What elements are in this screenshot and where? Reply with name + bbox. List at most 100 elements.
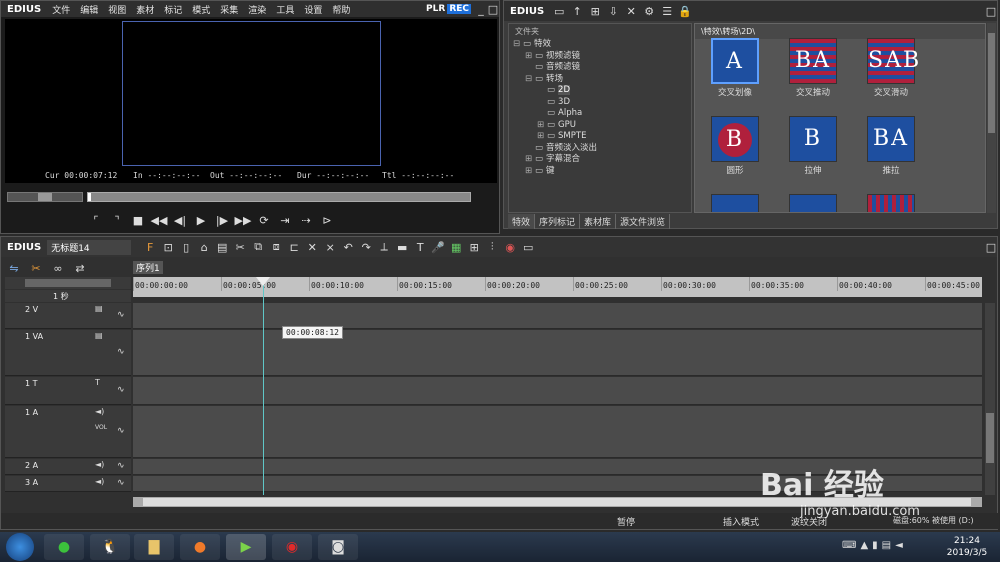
rec-button[interactable]: REC — [447, 4, 471, 14]
new-folder-icon[interactable]: ⊞ — [586, 3, 604, 19]
multicam-icon[interactable]: ⊞ — [465, 239, 483, 255]
open-project-icon[interactable]: ⌂ — [195, 239, 213, 255]
sequence-tab[interactable]: 序列1 — [133, 261, 163, 274]
color-icon[interactable]: ◉ — [501, 239, 519, 255]
start-button[interactable] — [6, 533, 34, 561]
position-slider[interactable] — [87, 192, 471, 202]
tray-volume-icon[interactable]: ◄ — [895, 540, 907, 551]
menu-tools[interactable]: 工具 — [271, 3, 299, 16]
properties-icon[interactable]: ⚙ — [640, 3, 658, 19]
speaker-icon[interactable]: ◄) — [95, 477, 104, 486]
taskbar-app-qq[interactable]: 🐧 — [90, 534, 130, 560]
voiceover-icon[interactable]: 🎤 — [429, 239, 447, 255]
tree-item[interactable]: ▭ 音频淡入淡出 — [513, 143, 691, 155]
transition-thumbnail[interactable]: B — [789, 116, 837, 162]
tray-keyboard-icon[interactable]: ⌨ — [842, 540, 860, 551]
replace-icon[interactable]: ⊏ — [285, 239, 303, 255]
transition-thumbnail[interactable]: A — [711, 38, 759, 84]
trim-icon[interactable]: ▬ — [393, 239, 411, 255]
transition-thumbnail[interactable]: SAB — [867, 38, 919, 84]
redo-icon[interactable]: ↷ — [357, 239, 375, 255]
capture-icon[interactable]: ⊡ — [159, 239, 177, 255]
transition-thumbnail-partial[interactable] — [711, 194, 759, 212]
link-icon[interactable]: ∞ — [49, 260, 67, 276]
copy-icon[interactable]: ⧉ — [249, 239, 267, 255]
tree-expander-icon[interactable]: ⊞ — [525, 51, 535, 63]
track-body[interactable] — [133, 303, 982, 329]
layout-icon[interactable]: ▭ — [519, 239, 537, 255]
tab-source-browser[interactable]: 源文件浏览 — [616, 214, 671, 229]
delete-clip-icon[interactable]: ✕ — [303, 239, 321, 255]
transition-thumbnail[interactable]: B — [711, 116, 759, 162]
mode-icon[interactable]: F — [141, 239, 159, 255]
tree-expander-icon[interactable]: ⊞ — [525, 166, 535, 178]
shuttle-bar[interactable] — [7, 192, 83, 202]
output-icon[interactable]: ⊳ — [318, 212, 336, 228]
tree-expander-icon[interactable]: ⊞ — [537, 120, 547, 132]
tree-item[interactable]: ▭ 3D — [513, 97, 691, 109]
speaker-icon[interactable]: ◄) — [95, 460, 104, 469]
insert-to-timeline-icon[interactable]: ⇥ — [276, 212, 294, 228]
tree-item[interactable]: ⊞ ▭ GPU — [513, 120, 691, 132]
playhead[interactable] — [263, 277, 264, 495]
stop-icon[interactable]: ■ — [129, 212, 147, 228]
menu-edit[interactable]: 编辑 — [75, 3, 103, 16]
track-header[interactable]: 1 VA ▤ ∿ — [5, 330, 131, 376]
tree-item[interactable]: ⊟ ▭ 特效 — [513, 39, 691, 51]
effects-scrollbar[interactable] — [987, 23, 996, 213]
tree-item[interactable]: ⊞ ▭ 视频滤镜 — [513, 51, 691, 63]
transition-thumbnail[interactable]: BA — [789, 38, 837, 84]
transition-thumbnail-partial[interactable] — [789, 194, 837, 212]
taskbar-app-360[interactable]: ● — [44, 534, 84, 560]
delete-icon[interactable]: ✕ — [622, 3, 640, 19]
plr-button[interactable]: PLR — [424, 4, 447, 14]
save-project-icon[interactable]: ▤ — [213, 239, 231, 255]
track-body[interactable] — [133, 406, 982, 458]
tree-item[interactable]: ⊟ ▭ 转场 — [513, 74, 691, 86]
view-icon[interactable]: ☰ — [658, 3, 676, 19]
track-header[interactable]: 2 A ◄) ∿ — [5, 459, 131, 475]
menu-clip[interactable]: 素材 — [131, 3, 159, 16]
timeline-close-icon[interactable]: □ — [985, 239, 997, 255]
video-track-icon[interactable]: ▤ — [95, 331, 103, 340]
rewind-icon[interactable]: ◀◀ — [150, 212, 168, 228]
tree-expander-icon[interactable]: ⊟ — [513, 39, 523, 51]
title-track-icon[interactable]: T — [95, 378, 100, 387]
taskbar-app-other[interactable]: ◙ — [318, 534, 358, 560]
waveform-toggle-icon[interactable]: ∿ — [117, 310, 125, 320]
speaker-icon[interactable]: ◄) — [95, 407, 104, 416]
track-header[interactable]: 1 A ◄) ∿ VOL — [5, 406, 131, 458]
mode-switch-icon[interactable]: ⇄ — [71, 260, 89, 276]
maximize-icon[interactable]: □ — [487, 1, 499, 17]
track-body[interactable] — [133, 330, 982, 376]
taskbar-app-recorder[interactable]: ◉ — [272, 534, 312, 560]
tree-item[interactable]: ⊞ ▭ 字幕混合 — [513, 154, 691, 166]
tray-device-icon[interactable]: ▮ — [872, 540, 882, 551]
taskbar-app-edius[interactable]: ▶ — [226, 534, 266, 560]
play-icon[interactable]: ▶ — [192, 212, 210, 228]
lock-icon[interactable]: 🔒 — [676, 3, 694, 19]
tab-bin[interactable]: 素材库 — [580, 214, 617, 229]
menu-capture[interactable]: 采集 — [215, 3, 243, 16]
tree-item[interactable]: ⊞ ▭ 键 — [513, 166, 691, 178]
tab-effects[interactable]: 特效 — [508, 214, 536, 229]
new-sequence-icon[interactable]: ▯ — [177, 239, 195, 255]
render-icon[interactable]: ▦ — [447, 239, 465, 255]
waveform-toggle-icon[interactable]: ∿ — [117, 478, 125, 488]
track-header[interactable]: 1 T T ∿ — [5, 377, 131, 405]
folder-icon[interactable]: ▭ — [550, 3, 568, 19]
minimize-icon[interactable]: _ — [475, 1, 487, 17]
waveform-toggle-icon[interactable]: ∿ — [117, 347, 125, 357]
paste-icon[interactable]: ⧈ — [267, 239, 285, 255]
tray-arrow-icon[interactable]: ▲ — [860, 540, 872, 551]
volume-label[interactable]: VOL — [95, 424, 107, 431]
transition-thumbnail-partial[interactable] — [867, 194, 915, 212]
tree-item[interactable]: ⊞ ▭ SMPTE — [513, 131, 691, 143]
tray-clock[interactable]: 21:24 2019/3/5 — [940, 535, 994, 559]
cut-icon[interactable]: ✂ — [231, 239, 249, 255]
menu-file[interactable]: 文件 — [47, 3, 75, 16]
tree-item[interactable]: ▭ 2D — [513, 85, 691, 97]
taskbar-app-explorer[interactable]: ▇ — [134, 534, 174, 560]
up-folder-icon[interactable]: ↑ — [568, 3, 586, 19]
snap-icon[interactable]: ✂ — [27, 260, 45, 276]
